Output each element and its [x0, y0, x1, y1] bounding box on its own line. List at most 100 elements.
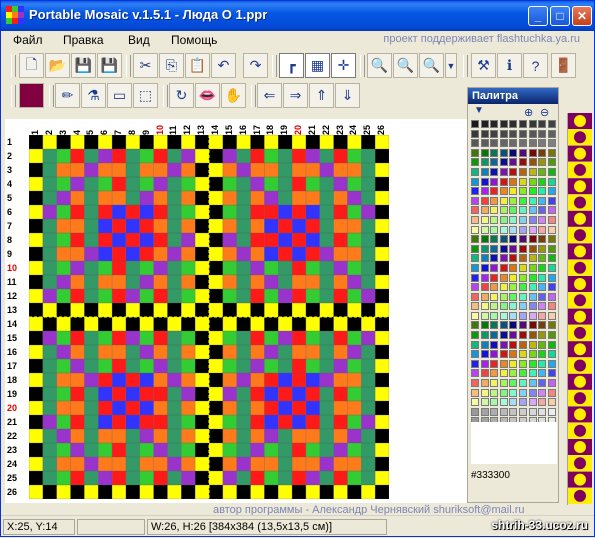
palette-swatch[interactable] — [471, 359, 479, 368]
palette-zoom-in-icon[interactable]: ⊕ — [524, 106, 533, 119]
palette-swatch[interactable] — [547, 369, 556, 378]
palette-swatch[interactable] — [509, 254, 518, 263]
palette-swatch[interactable] — [538, 244, 547, 253]
palette-swatch[interactable] — [518, 215, 527, 224]
info-icon[interactable]: ℹ — [497, 53, 522, 78]
palette-swatch[interactable] — [547, 283, 556, 292]
arrow-right-icon[interactable]: ⇒ — [283, 83, 308, 108]
palette-swatch[interactable] — [547, 398, 556, 407]
crosshair-icon[interactable]: ✛ — [331, 53, 356, 78]
palette-swatch[interactable] — [528, 129, 537, 138]
palette-swatch[interactable] — [509, 196, 518, 205]
palette-swatch[interactable] — [547, 244, 556, 253]
palette-swatch[interactable] — [538, 254, 547, 263]
palette-swatch[interactable] — [509, 158, 518, 167]
palette-swatch[interactable] — [499, 225, 508, 234]
palette-swatch[interactable] — [547, 359, 556, 368]
palette-swatch[interactable] — [547, 254, 556, 263]
palette-swatch[interactable] — [471, 398, 479, 407]
undo-icon[interactable]: ↶ — [211, 53, 236, 78]
palette-swatch[interactable] — [490, 254, 499, 263]
palette-swatch[interactable] — [509, 340, 518, 349]
palette-swatch[interactable] — [490, 120, 499, 128]
palette-swatch[interactable] — [480, 331, 489, 340]
palette-swatch[interactable] — [490, 292, 499, 301]
palette-swatch[interactable] — [528, 379, 537, 388]
palette-swatch[interactable] — [480, 254, 489, 263]
palette-swatch[interactable] — [471, 158, 479, 167]
palette-swatch[interactable] — [528, 206, 537, 215]
palette-swatch[interactable] — [538, 196, 547, 205]
palette-swatch[interactable] — [547, 350, 556, 359]
rotate-icon[interactable]: ↻ — [169, 83, 194, 108]
palette-swatch[interactable] — [490, 350, 499, 359]
palette-swatch[interactable] — [499, 283, 508, 292]
palette-swatch[interactable] — [509, 283, 518, 292]
palette-swatch[interactable] — [471, 388, 479, 397]
palette-swatch[interactable] — [518, 196, 527, 205]
palette-swatch[interactable] — [547, 206, 556, 215]
palette-swatch[interactable] — [490, 215, 499, 224]
zoom-menu-icon[interactable]: ▼ — [445, 53, 457, 78]
palette-swatch[interactable] — [518, 331, 527, 340]
palette-swatch[interactable] — [538, 148, 547, 157]
palette-swatch[interactable] — [538, 158, 547, 167]
palette-swatch[interactable] — [547, 196, 556, 205]
copy-icon[interactable]: ⎘ — [159, 53, 184, 78]
palette-swatch[interactable] — [528, 167, 537, 176]
hand-icon[interactable]: ✋ — [221, 83, 246, 108]
palette-swatch[interactable] — [471, 321, 479, 330]
palette-swatch[interactable] — [528, 120, 537, 128]
palette-swatch[interactable] — [518, 254, 527, 263]
palette-custom-area[interactable] — [471, 422, 557, 464]
palette-swatch[interactable] — [499, 407, 508, 416]
palette-swatch[interactable] — [471, 187, 479, 196]
palette-swatch[interactable] — [518, 340, 527, 349]
palette-swatch[interactable] — [528, 340, 537, 349]
palette-swatch[interactable] — [528, 139, 537, 148]
palette-swatch[interactable] — [480, 187, 489, 196]
palette-swatch[interactable] — [538, 321, 547, 330]
palette-swatch[interactable] — [547, 340, 556, 349]
open-folder-icon[interactable]: 📂 — [45, 53, 70, 78]
palette-swatch[interactable] — [471, 120, 479, 128]
palette-swatch[interactable] — [499, 340, 508, 349]
palette-swatch[interactable] — [518, 273, 527, 282]
pencil-icon[interactable]: ✏ — [55, 83, 80, 108]
palette-swatch[interactable] — [547, 331, 556, 340]
zoom-icon[interactable]: 🔍 — [419, 53, 444, 78]
palette-swatch[interactable] — [547, 263, 556, 272]
palette-swatch[interactable] — [518, 158, 527, 167]
close-button[interactable]: ✕ — [572, 6, 592, 26]
palette-swatch[interactable] — [538, 350, 547, 359]
palette-swatch[interactable] — [471, 340, 479, 349]
palette-swatch[interactable] — [528, 273, 537, 282]
palette-swatch[interactable] — [499, 139, 508, 148]
palette-swatch[interactable] — [509, 292, 518, 301]
save-icon[interactable]: 💾 — [71, 53, 96, 78]
palette-swatch[interactable] — [547, 129, 556, 138]
save-as-icon[interactable]: 💾 — [97, 53, 122, 78]
palette-swatch[interactable] — [509, 120, 518, 128]
palette-swatch[interactable] — [499, 120, 508, 128]
palette-swatch[interactable] — [528, 321, 537, 330]
palette-swatch[interactable] — [480, 350, 489, 359]
palette-swatch[interactable] — [480, 388, 489, 397]
palette-swatch[interactable] — [509, 187, 518, 196]
palette-swatch[interactable] — [518, 129, 527, 138]
palette-swatch[interactable] — [490, 158, 499, 167]
title-bar[interactable]: Portable Mosaic v.1.5.1 - Люда О 1.ppr _… — [1, 1, 594, 31]
palette-swatch[interactable] — [518, 263, 527, 272]
palette-swatch[interactable] — [538, 273, 547, 282]
palette-swatch[interactable] — [538, 311, 547, 320]
palette-swatch[interactable] — [490, 139, 499, 148]
palette-swatch[interactable] — [480, 379, 489, 388]
palette-swatch[interactable] — [538, 292, 547, 301]
palette-swatch[interactable] — [490, 148, 499, 157]
palette-swatch[interactable] — [518, 120, 527, 128]
palette-swatch[interactable] — [509, 302, 518, 311]
grid-full-icon[interactable]: ▦ — [305, 53, 330, 78]
palette-swatch[interactable] — [471, 311, 479, 320]
palette-swatch[interactable] — [528, 331, 537, 340]
palette-swatch[interactable] — [518, 244, 527, 253]
